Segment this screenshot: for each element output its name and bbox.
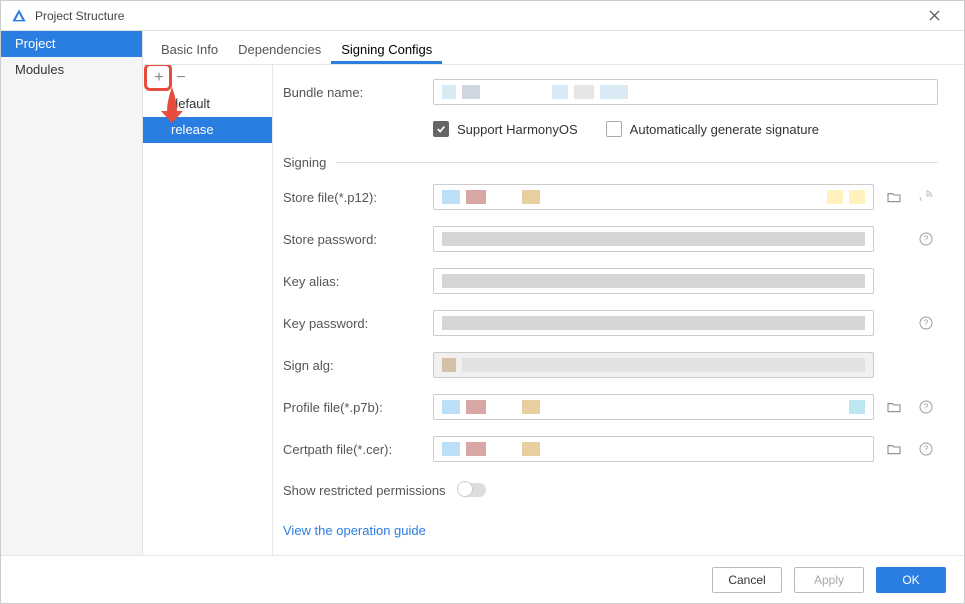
tab-basic-info[interactable]: Basic Info	[151, 34, 228, 64]
store-file-label: Store file(*.p12):	[283, 190, 433, 205]
tab-signing-configs[interactable]: Signing Configs	[331, 34, 442, 64]
store-password-input[interactable]	[433, 226, 874, 252]
auto-generate-signature-checkbox[interactable]: Automatically generate signature	[606, 121, 819, 137]
certpath-file-browse-button[interactable]	[882, 437, 906, 461]
titlebar: Project Structure	[1, 1, 964, 31]
svg-text:?: ?	[924, 403, 929, 412]
config-list: + − default release	[143, 65, 273, 555]
svg-text:?: ?	[924, 445, 929, 454]
certpath-file-help-button[interactable]: ?	[914, 437, 938, 461]
profile-file-browse-button[interactable]	[882, 395, 906, 419]
config-item-default[interactable]: default	[143, 91, 272, 117]
ok-button[interactable]: OK	[876, 567, 946, 593]
show-restricted-label: Show restricted permissions	[283, 483, 446, 498]
certpath-file-input[interactable]	[433, 436, 874, 462]
close-button[interactable]	[914, 2, 954, 30]
store-password-label: Store password:	[283, 232, 433, 247]
svg-text:?: ?	[924, 235, 929, 244]
key-password-label: Key password:	[283, 316, 433, 331]
dialog-footer: Cancel Apply OK	[1, 555, 964, 603]
remove-config-button[interactable]: −	[173, 70, 189, 86]
window-title: Project Structure	[35, 9, 914, 23]
content-area: Project Modules Basic Info Dependencies …	[1, 31, 964, 555]
checkbox-checked-icon	[433, 121, 449, 137]
main-panel: Basic Info Dependencies Signing Configs …	[143, 31, 964, 555]
show-restricted-toggle[interactable]	[458, 483, 486, 497]
apply-button[interactable]: Apply	[794, 567, 864, 593]
app-logo-icon	[11, 8, 27, 24]
profile-file-input[interactable]	[433, 394, 874, 420]
auto-generate-signature-label: Automatically generate signature	[630, 122, 819, 137]
fingerprint-icon[interactable]	[914, 185, 938, 209]
svg-text:?: ?	[924, 319, 929, 328]
operation-guide-link[interactable]: View the operation guide	[283, 523, 426, 538]
tabs: Basic Info Dependencies Signing Configs	[143, 31, 964, 65]
bundle-name-input[interactable]	[433, 79, 938, 105]
nav-item-modules[interactable]: Modules	[1, 57, 142, 83]
store-file-browse-button[interactable]	[882, 185, 906, 209]
signing-form: Bundle name:	[273, 65, 964, 555]
profile-file-label: Profile file(*.p7b):	[283, 400, 433, 415]
support-harmonyos-checkbox[interactable]: Support HarmonyOS	[433, 121, 578, 137]
key-password-input[interactable]	[433, 310, 874, 336]
certpath-file-label: Certpath file(*.cer):	[283, 442, 433, 457]
store-password-help-button[interactable]: ?	[914, 227, 938, 251]
signing-section-label: Signing	[283, 155, 326, 170]
signing-panel: + − default release Bundle name:	[143, 65, 964, 555]
profile-file-help-button[interactable]: ?	[914, 395, 938, 419]
config-item-release[interactable]: release	[143, 117, 272, 143]
cancel-button[interactable]: Cancel	[712, 567, 782, 593]
sign-alg-input[interactable]	[433, 352, 874, 378]
bundle-name-label: Bundle name:	[283, 85, 433, 100]
signing-section-header: Signing	[283, 155, 938, 170]
add-config-button[interactable]: +	[151, 70, 167, 86]
key-alias-input[interactable]	[433, 268, 874, 294]
config-toolbar: + −	[143, 65, 272, 91]
left-nav: Project Modules	[1, 31, 143, 555]
nav-item-project[interactable]: Project	[1, 31, 142, 57]
project-structure-dialog: Project Structure Project Modules Basic …	[0, 0, 965, 604]
sign-alg-label: Sign alg:	[283, 358, 433, 373]
checkbox-unchecked-icon	[606, 121, 622, 137]
key-password-help-button[interactable]: ?	[914, 311, 938, 335]
support-harmonyos-label: Support HarmonyOS	[457, 122, 578, 137]
key-alias-label: Key alias:	[283, 274, 433, 289]
store-file-input[interactable]	[433, 184, 874, 210]
tab-dependencies[interactable]: Dependencies	[228, 34, 331, 64]
